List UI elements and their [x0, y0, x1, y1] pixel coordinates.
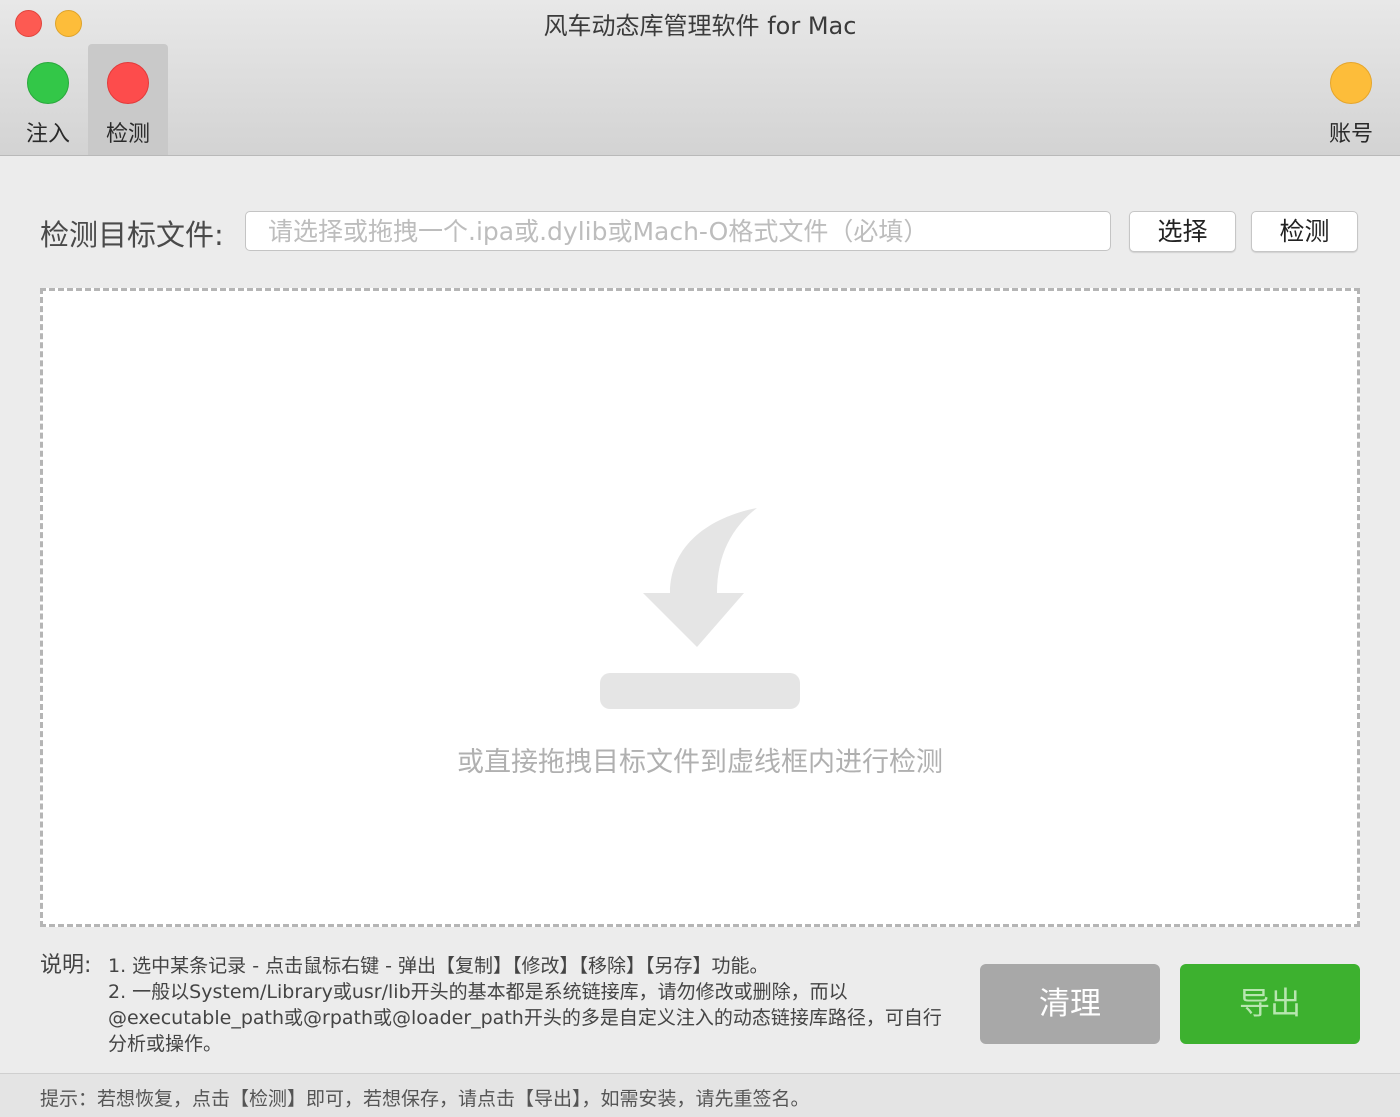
instructions-panel: 说明: 1. 选中某条记录 - 点击鼠标右键 - 弹出【复制】【修改】【移除】【…: [40, 953, 960, 1057]
instruction-line: 1. 选中某条记录 - 点击鼠标右键 - 弹出【复制】【修改】【移除】【另存】功…: [108, 955, 769, 977]
detect-button[interactable]: 检测: [1251, 211, 1358, 252]
window-titlebar: 风车动态库管理软件 for Mac 注入 检测 账号: [0, 0, 1400, 156]
clear-button[interactable]: 清理: [980, 964, 1160, 1044]
toolbar-detect-label: 检测: [105, 122, 150, 147]
toolbar-detect-button[interactable]: 检测: [88, 44, 168, 155]
drop-zone-hint: 或直接拖拽目标文件到虚线框内进行检测: [457, 747, 943, 778]
detect-icon: [107, 62, 149, 104]
target-file-input[interactable]: [245, 211, 1111, 251]
status-bar: 提示：若想恢复，点击【检测】即可，若想保存，请点击【导出】，如需安装，请先重签名…: [0, 1073, 1400, 1117]
download-arrow-icon: [600, 508, 800, 709]
account-icon: [1330, 62, 1372, 104]
toolbar-inject-button[interactable]: 注入: [8, 44, 88, 155]
inject-icon: [27, 62, 69, 104]
window-title: 风车动态库管理软件 for Mac: [543, 12, 857, 40]
instruction-line: 2. 一般以System/Library或usr/lib开头的基本都是系统链接库…: [108, 981, 942, 1055]
target-file-label: 检测目标文件:: [40, 218, 224, 252]
status-hint-text: 提示：若想恢复，点击【检测】即可，若想保存，请点击【导出】，如需安装，请先重签名…: [40, 1088, 810, 1110]
toolbar-account-button[interactable]: 账号: [1311, 44, 1391, 155]
toolbar-account-label: 账号: [1328, 122, 1373, 147]
instructions-label: 说明:: [40, 953, 92, 978]
choose-file-button[interactable]: 选择: [1129, 211, 1236, 252]
export-button[interactable]: 导出: [1180, 964, 1360, 1044]
toolbar-inject-label: 注入: [25, 122, 70, 147]
